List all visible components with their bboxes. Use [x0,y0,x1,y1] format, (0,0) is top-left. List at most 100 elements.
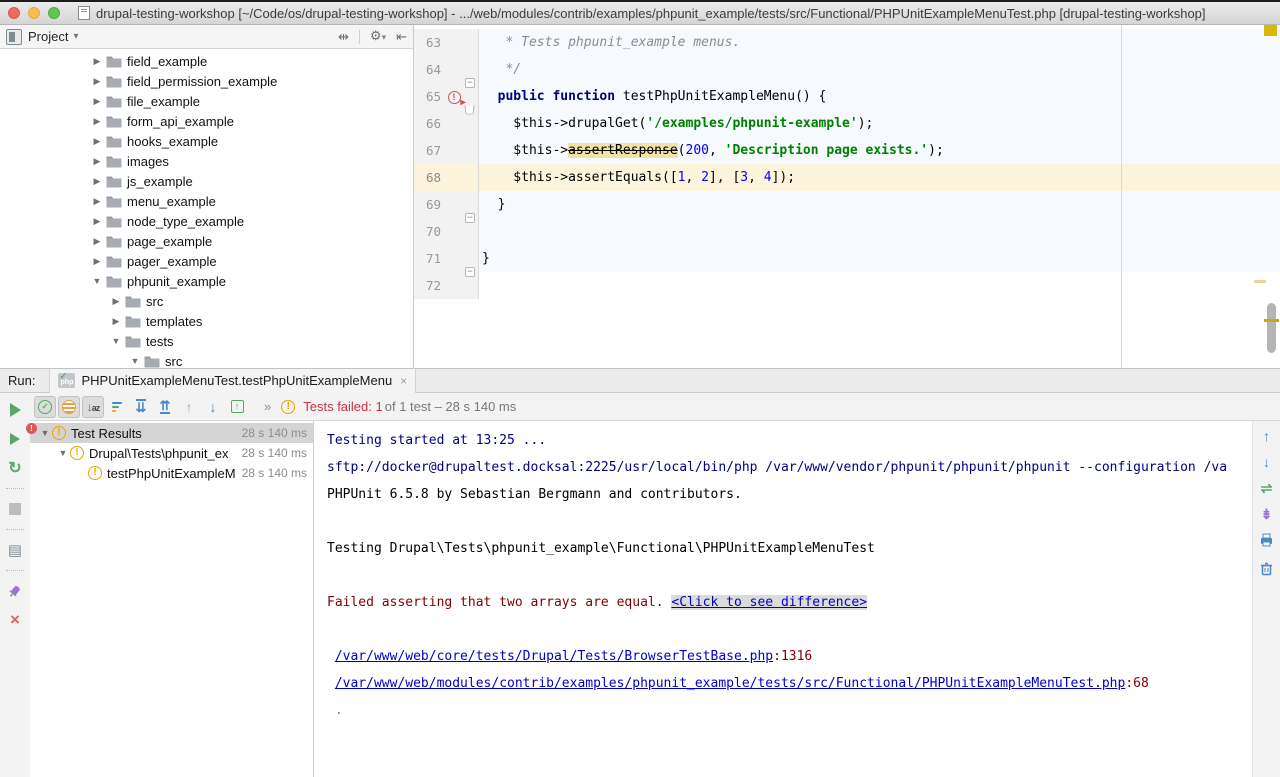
fold-marker-icon[interactable]: − [465,213,475,223]
pin-tab-icon[interactable] [0,579,30,603]
scroll-from-source-icon[interactable]: ⇹ [338,29,349,45]
code-text[interactable] [479,272,1280,299]
stacktrace-link[interactable]: /var/www/web/core/tests/Drupal/Tests/Bro… [335,649,773,664]
toggle-auto-test-button[interactable]: ↻ [0,456,30,480]
error-stripe-mark[interactable] [1254,280,1266,283]
test-tree-row[interactable]: ▼!Drupal\Tests\phpunit_ex28 s 140 ms [30,443,313,463]
line-number[interactable]: 72 [414,272,445,299]
chevron-right-icon[interactable]: ▶ [90,56,104,67]
expand-all-button[interactable]: ⇊ [130,396,152,418]
editor-gutter[interactable]: 69− [414,191,479,218]
line-number[interactable]: 63 [414,29,445,56]
project-tree-item-node_type_example[interactable]: ▶node_type_example [0,211,413,231]
editor-gutter[interactable]: 68 [414,164,479,191]
project-tree-item-file_example[interactable]: ▶file_example [0,91,413,111]
code-text[interactable]: $this->drupalGet('/examples/phpunit-exam… [479,110,1280,137]
code-text[interactable]: } [479,191,1280,218]
chevron-right-icon[interactable]: ▶ [90,216,104,227]
editor-gutter[interactable]: 63 [414,29,479,56]
close-icon[interactable]: × [400,374,407,388]
chevron-down-icon[interactable]: ▼ [109,336,123,346]
collapse-all-button[interactable]: ⇈ [154,396,176,418]
test-tree-row[interactable]: !testPhpUnitExampleM28 s 140 ms [30,463,313,483]
project-tree-item-tests[interactable]: ▼tests [0,331,413,351]
code-line-69[interactable]: 69− } [414,191,1280,218]
fold-open-marker-icon[interactable] [464,105,474,114]
code-text[interactable]: public function testPhpUnitExampleMenu()… [479,83,1280,110]
code-line-66[interactable]: 66 $this->drupalGet('/examples/phpunit-e… [414,110,1280,137]
code-line-67[interactable]: 67 $this->assertResponse(200, 'Descripti… [414,137,1280,164]
scroll-up-icon[interactable]: ↑ [1263,429,1270,443]
rerun-button[interactable] [0,398,30,422]
stop-button[interactable] [0,497,30,521]
editor-gutter[interactable]: 64− [414,56,479,83]
code-text[interactable] [479,218,1280,245]
project-view-dropdown-icon[interactable]: ▾ [73,31,78,42]
stacktrace-link[interactable]: /var/www/web/modules/contrib/examples/ph… [335,676,1126,691]
code-line-64[interactable]: 64− */ [414,56,1280,83]
more-actions-icon[interactable]: » [264,399,271,414]
chevron-right-icon[interactable]: ▶ [90,116,104,127]
clear-all-icon[interactable] [1260,562,1273,579]
scroll-to-end-icon[interactable]: ⇟ [1261,507,1273,521]
code-text[interactable]: $this->assertResponse(200, 'Description … [479,137,1280,164]
test-tree-row[interactable]: ▼!Test Results28 s 140 ms [30,423,313,443]
jump-to-source-button[interactable]: ↑ [226,396,248,418]
editor-gutter[interactable]: 67 [414,137,479,164]
chevron-down-icon[interactable]: ▼ [56,448,70,458]
project-tree-item-form_api_example[interactable]: ▶form_api_example [0,111,413,131]
line-number[interactable]: 71 [414,245,445,272]
scroll-down-icon[interactable]: ↓ [1263,455,1270,469]
project-tree-item-hooks_example[interactable]: ▶hooks_example [0,131,413,151]
code-text[interactable]: $this->assertEquals([1, 2], [3, 4]); [479,164,1280,191]
chevron-down-icon[interactable]: ▼ [128,356,142,366]
close-panel-button[interactable]: × [0,608,30,632]
hide-panel-icon[interactable]: ⇤ [396,29,407,45]
project-tree-item-phpunit_example[interactable]: ▼phpunit_example [0,271,413,291]
code-line-63[interactable]: 63 * Tests phpunit_example menus. [414,29,1280,56]
diff-link[interactable]: <Click to see difference> [671,595,867,610]
chevron-down-icon[interactable]: ▼ [38,428,52,438]
sort-alphabetically-button[interactable]: ↓az [82,396,104,418]
fold-marker-icon[interactable]: − [465,267,475,277]
line-number[interactable]: 70 [414,218,445,245]
editor-scrollbar[interactable] [1267,303,1276,353]
code-editor[interactable]: 63 * Tests phpunit_example menus.64− */6… [414,25,1280,368]
line-number[interactable]: 66 [414,110,445,137]
code-line-72[interactable]: 72 [414,272,1280,299]
editor-gutter[interactable]: 71− [414,245,479,272]
line-number[interactable]: 64 [414,56,445,83]
rerun-failed-tests-button[interactable]: ! [0,427,30,451]
project-tree-item-field_permission_example[interactable]: ▶field_permission_example [0,71,413,91]
run-tab[interactable]: php PHPUnitExampleMenuTest.testPhpUnitEx… [49,369,416,393]
project-tree-item-page_example[interactable]: ▶page_example [0,231,413,251]
chevron-down-icon[interactable]: ▼ [90,276,104,286]
chevron-right-icon[interactable]: ▶ [90,136,104,147]
chevron-right-icon[interactable]: ▶ [109,316,123,327]
chevron-right-icon[interactable]: ▶ [90,196,104,207]
project-tree-item-src[interactable]: ▶src [0,291,413,311]
code-text[interactable]: } [479,245,1280,272]
close-window-button[interactable] [8,7,20,19]
chevron-right-icon[interactable]: ▶ [90,236,104,247]
code-line-68[interactable]: 68 $this->assertEquals([1, 2], [3, 4]); [414,164,1280,191]
next-failed-test-button[interactable]: ↓ [202,396,224,418]
show-ignored-filter-button[interactable] [58,396,80,418]
project-tree-item-images[interactable]: ▶images [0,151,413,171]
chevron-right-icon[interactable]: ▶ [90,176,104,187]
zoom-window-button[interactable] [48,7,60,19]
project-tree-item-menu_example[interactable]: ▶menu_example [0,191,413,211]
project-panel-title[interactable]: Project [28,29,68,44]
project-tree-item-pager_example[interactable]: ▶pager_example [0,251,413,271]
chevron-right-icon[interactable]: ▶ [90,76,104,87]
chevron-right-icon[interactable]: ▶ [90,156,104,167]
line-number[interactable]: 67 [414,137,445,164]
inspection-status-indicator[interactable] [1264,25,1277,36]
chevron-right-icon[interactable]: ▶ [90,256,104,267]
project-tree-item-field_example[interactable]: ▶field_example [0,51,413,71]
gear-icon[interactable]: ⚙▾ [370,28,386,45]
print-icon[interactable] [1259,533,1274,550]
failed-test-run-icon[interactable]: ! [448,91,461,104]
sort-by-duration-button[interactable] [106,396,128,418]
line-number[interactable]: 69 [414,191,445,218]
